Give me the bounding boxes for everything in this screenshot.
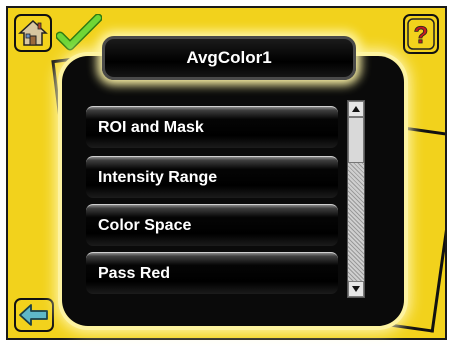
checkmark-icon bbox=[56, 14, 102, 51]
menu-list: ROI and Mask Intensity Range Color Space… bbox=[86, 100, 338, 298]
back-button[interactable] bbox=[14, 298, 54, 332]
menu-title: AvgColor1 bbox=[102, 36, 356, 80]
menu-item-roi-and-mask[interactable]: ROI and Mask bbox=[86, 106, 338, 148]
scroll-up-button[interactable] bbox=[348, 101, 364, 117]
arrow-up-icon bbox=[352, 106, 360, 112]
help-label: ? bbox=[414, 22, 429, 49]
home-button[interactable] bbox=[14, 14, 52, 52]
arrow-down-icon bbox=[352, 286, 360, 292]
help-icon: ? bbox=[407, 18, 435, 50]
scroll-down-button[interactable] bbox=[348, 281, 364, 297]
home-icon bbox=[18, 19, 48, 46]
scroll-thumb[interactable] bbox=[348, 117, 364, 163]
back-arrow-icon bbox=[19, 304, 48, 326]
menu-item-color-space[interactable]: Color Space bbox=[86, 204, 338, 246]
menu-scrollbar[interactable] bbox=[347, 100, 365, 298]
menu-item-intensity-range[interactable]: Intensity Range bbox=[86, 156, 338, 198]
menu-item-pass-red[interactable]: Pass Red bbox=[86, 252, 338, 294]
help-button[interactable]: ? bbox=[403, 14, 439, 54]
